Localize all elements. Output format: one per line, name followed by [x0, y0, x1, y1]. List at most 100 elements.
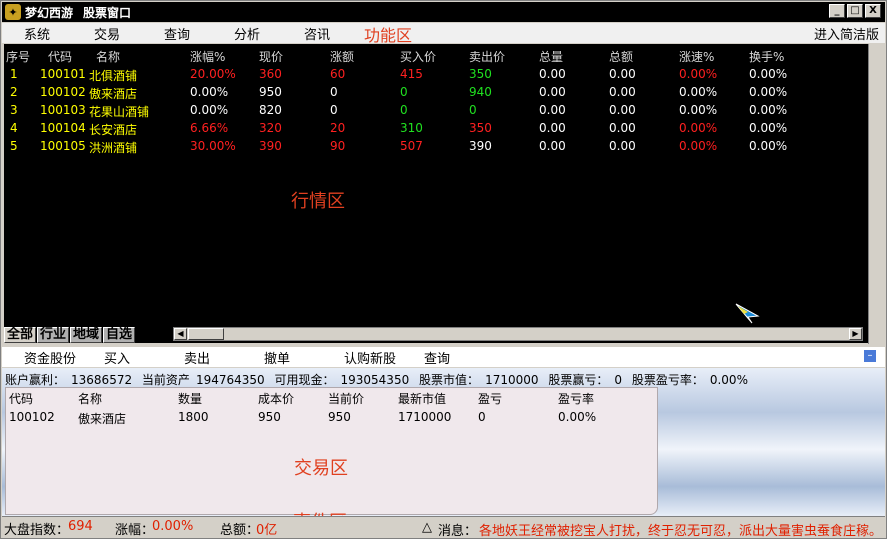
col-volume[interactable]: 总量 — [539, 48, 563, 65]
cell-8: 0.00 — [539, 85, 566, 99]
h-col-pl[interactable]: 盈亏 — [478, 390, 502, 407]
col-change-pct[interactable]: 涨幅% — [190, 48, 225, 65]
col-bid[interactable]: 买入价 — [400, 48, 436, 65]
tab-region[interactable]: 地域 — [70, 326, 103, 343]
col-ask[interactable]: 卖出价 — [469, 48, 505, 65]
table-row[interactable]: 100102 傲来酒店 1800 950 950 1710000 0 0.00% — [6, 408, 656, 426]
account-summary: 账户赢利： 13686572 当前资产 194764350 可用现金： 1930543… — [5, 371, 754, 388]
msg-label: 消息： — [438, 524, 478, 537]
col-speed[interactable]: 涨速% — [679, 48, 714, 65]
h-cell-code: 100102 — [9, 410, 55, 424]
col-index[interactable]: 序号 — [6, 48, 30, 65]
cell-2: 北俱酒铺 — [89, 69, 138, 83]
maximize-button[interactable]: □ — [847, 4, 863, 18]
trade-menu-cancel[interactable]: 撤单 — [264, 348, 290, 367]
h-cell-price: 950 — [328, 410, 351, 424]
h-col-price[interactable]: 当前价 — [328, 390, 364, 407]
cell-4: 320 — [259, 121, 282, 135]
col-turnover[interactable]: 换手% — [749, 48, 784, 65]
holdings-table: 代码 名称 数量 成本价 当前价 最新市值 盈亏 盈亏率 100102 傲来酒店… — [5, 387, 658, 515]
cell-6: 415 — [400, 67, 423, 81]
market-value: 1710000 — [485, 373, 539, 387]
h-col-qty[interactable]: 数量 — [178, 390, 202, 407]
menu-analysis[interactable]: 分析 — [234, 24, 282, 43]
trade-menu-buy[interactable]: 买入 — [104, 348, 130, 367]
cell-8: 0.00 — [539, 67, 566, 81]
cell-11: 0.00% — [749, 103, 788, 117]
cell-7: 0 — [469, 103, 477, 117]
minimize-button[interactable]: _ — [829, 4, 845, 18]
close-button[interactable]: X — [865, 4, 881, 18]
table-row[interactable]: 4 100104 长安酒店 6.66% 320 20 310 350 0.00 0.00 0.00%… — [4, 119, 868, 137]
cell-0: 2 — [10, 85, 18, 99]
cell-1: 100105 — [40, 139, 86, 153]
trade-menu-sell[interactable]: 卖出 — [184, 348, 210, 367]
title-bar[interactable]: ✦ 梦幻西游 股票窗口 _ □ X — [2, 2, 885, 22]
col-code[interactable]: 代码 — [48, 48, 72, 65]
menu-bar: 系统 交易 查询 分析 咨讯 功能区 进入简洁版 — [2, 23, 885, 45]
change-value: 0.00% — [152, 519, 194, 534]
cell-10: 0.00% — [679, 139, 718, 153]
h-col-cost[interactable]: 成本价 — [258, 390, 294, 407]
col-name[interactable]: 名称 — [96, 48, 120, 65]
trade-menu-query[interactable]: 查询 — [424, 348, 450, 367]
col-change-amt[interactable]: 涨额 — [330, 48, 354, 65]
cell-11: 0.00% — [749, 67, 788, 81]
scroll-thumb[interactable] — [188, 328, 224, 340]
menu-news[interactable]: 咨讯 — [304, 24, 352, 43]
trade-zone-label: 交易区 — [294, 458, 348, 479]
cell-4: 950 — [259, 85, 282, 99]
cash-label: 可用现金： — [274, 373, 335, 387]
window-subtitle: 股票窗口 — [83, 5, 132, 20]
cell-10: 0.00% — [679, 121, 718, 135]
table-row[interactable]: 3 100103 花果山酒铺 0.00% 820 0 0 0 0.00 0.00 0.00% 0.00… — [4, 101, 868, 119]
cell-7: 350 — [469, 121, 492, 135]
col-price[interactable]: 现价 — [259, 48, 283, 65]
status-bar: 大盘指数： 694 涨幅： 0.00% 总额： 0亿 △ 消息： 各地妖王经常被… — [2, 516, 885, 538]
menu-trade[interactable]: 交易 — [94, 24, 142, 43]
collapse-icon[interactable]: – — [863, 349, 877, 363]
change-label: 涨幅： — [115, 523, 155, 538]
scroll-right-icon[interactable]: ▶ — [849, 328, 862, 340]
profit-value: 13686572 — [71, 373, 133, 387]
stock-window: ✦ 梦幻西游 股票窗口 _ □ X 系统 交易 查询 分析 咨讯 功能区 进入简洁… — [0, 0, 887, 539]
tab-favorites[interactable]: 自选 — [103, 326, 136, 343]
cell-10: 0.00% — [679, 103, 718, 117]
cell-0: 1 — [10, 67, 18, 81]
gain-value: 0 — [614, 373, 622, 387]
col-amount[interactable]: 总额 — [609, 48, 633, 65]
cell-7: 350 — [469, 67, 492, 81]
cell-1: 100101 — [40, 67, 86, 81]
menu-system[interactable]: 系统 — [24, 24, 72, 43]
quote-header: 序号 代码 名称 涨幅% 现价 涨额 买入价 卖出价 总量 总额 涨速% 换手% — [4, 46, 868, 64]
cell-7: 940 — [469, 85, 492, 99]
window-title: 梦幻西游 — [25, 5, 74, 20]
table-row[interactable]: 5 100105 洪洲酒铺 30.00% 390 90 507 390 0.00 0.00 0.00… — [4, 137, 868, 155]
h-col-pl-rate[interactable]: 盈亏率 — [558, 390, 594, 407]
tab-industry[interactable]: 行业 — [37, 326, 70, 343]
trade-menu-ipo[interactable]: 认购新股 — [344, 348, 396, 367]
cell-0: 3 — [10, 103, 18, 117]
function-zone-label: 功能区 — [364, 26, 413, 45]
news-ticker[interactable]: △ 消息： 各地妖王经常被挖宝人打扰，终于忍无可忍，派出大量害虫蚕食庄稼。各地农 — [422, 518, 882, 537]
h-col-name[interactable]: 名称 — [78, 390, 102, 407]
table-row[interactable]: 2 100102 傲来酒店 0.00% 950 0 0 940 0.00 0.00 0.00% 0.0… — [4, 83, 868, 101]
simple-mode-link[interactable]: 进入简洁版 — [814, 24, 879, 43]
assets-value: 194764350 — [195, 373, 265, 387]
scroll-left-icon[interactable]: ◀ — [174, 328, 187, 340]
total-value: 0亿 — [256, 523, 278, 538]
tab-all[interactable]: 全部 — [4, 326, 37, 343]
cell-3: 0.00% — [190, 85, 229, 99]
total-label: 总额： — [220, 523, 260, 538]
h-col-code[interactable]: 代码 — [9, 390, 33, 407]
cell-2: 长安酒店 — [89, 123, 138, 137]
trade-menu-holdings[interactable]: 资金股份 — [24, 348, 76, 367]
h-col-value[interactable]: 最新市值 — [398, 390, 446, 407]
menu-query[interactable]: 查询 — [164, 24, 212, 43]
quote-table: 序号 代码 名称 涨幅% 现价 涨额 买入价 卖出价 总量 总额 涨速% 换手%… — [4, 44, 868, 327]
h-cell-name: 傲来酒店 — [78, 412, 127, 426]
horizontal-scrollbar[interactable]: ◀ ▶ — [173, 327, 863, 341]
vertical-scrollbar[interactable] — [868, 44, 885, 344]
table-row[interactable]: 1 100101 北俱酒铺 20.00% 360 60 415 350 0.00 0.00 0.00… — [4, 65, 868, 83]
cell-3: 0.00% — [190, 103, 229, 117]
